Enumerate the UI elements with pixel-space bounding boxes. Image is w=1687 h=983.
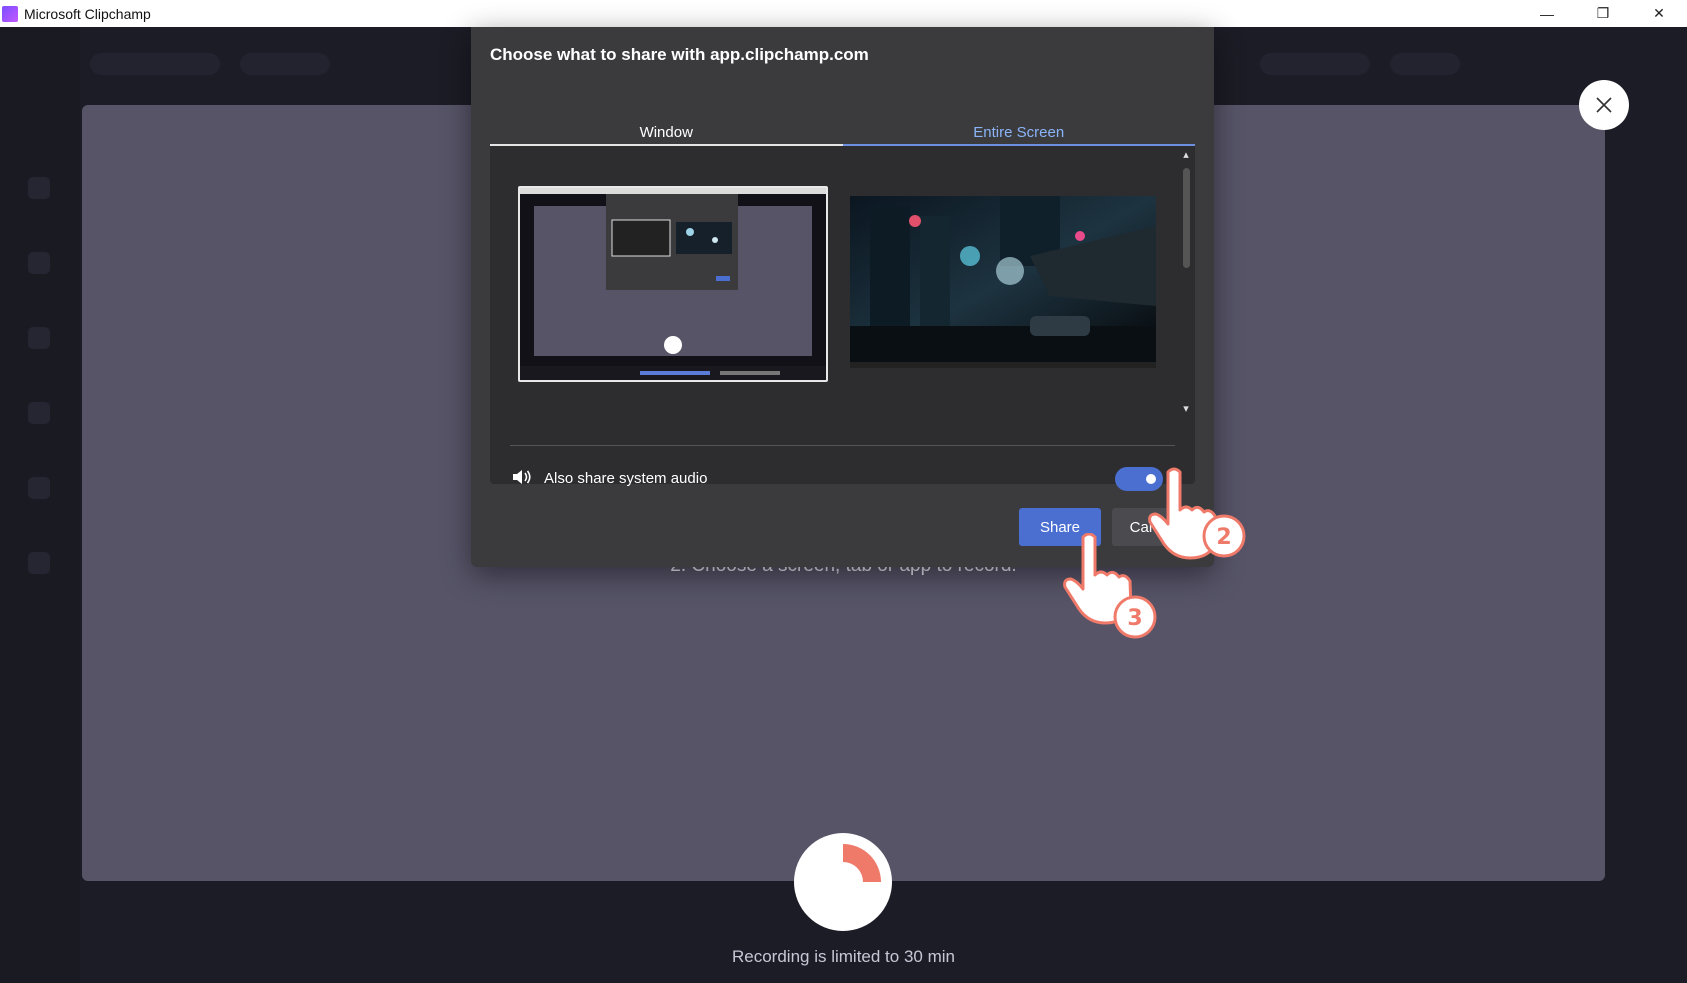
close-icon: [1596, 97, 1612, 113]
screen-preview-image: [850, 196, 1156, 368]
speaker-icon: [513, 470, 531, 484]
app-logo-icon: [2, 5, 18, 22]
sidebar-item[interactable]: [28, 252, 50, 274]
restore-button[interactable]: ❐: [1575, 0, 1631, 27]
sidebar-item[interactable]: [28, 477, 50, 499]
record-button[interactable]: [793, 832, 893, 932]
scroll-up-icon[interactable]: ▴: [1181, 150, 1191, 161]
window-preview-image: [520, 188, 826, 380]
dialog-title: Choose what to share with app.clipchamp.…: [490, 45, 869, 64]
tab-entire-screen[interactable]: Entire Screen: [842, 115, 1195, 146]
scroll-down-icon[interactable]: ▾: [1181, 404, 1191, 415]
window-close-button[interactable]: ✕: [1631, 0, 1687, 27]
sidebar-item[interactable]: [28, 177, 50, 199]
title-bar: Microsoft Clipchamp — ❐ ✕: [0, 0, 1687, 27]
minimize-button[interactable]: —: [1519, 0, 1575, 27]
divider: [510, 445, 1175, 446]
sidebar-item[interactable]: [28, 327, 50, 349]
tab-window[interactable]: Window: [490, 115, 843, 146]
source-thumbnails: [490, 146, 1175, 418]
close-recorder-button[interactable]: [1579, 80, 1629, 130]
window-thumbnail[interactable]: [518, 186, 828, 382]
source-panel: ▴ ▾ Also share system audio: [490, 146, 1195, 491]
step-3-badge: 3: [1127, 606, 1142, 631]
window-controls: — ❐ ✕: [1519, 0, 1687, 27]
entire-screen-thumbnail[interactable]: [850, 196, 1156, 368]
step-2-badge: 2: [1216, 525, 1231, 550]
system-audio-label: Also share system audio: [544, 470, 708, 487]
toolbar-item[interactable]: [90, 53, 220, 75]
app-title: Microsoft Clipchamp: [24, 5, 151, 22]
toolbar-item[interactable]: [240, 53, 330, 75]
source-tabs: Window Entire Screen: [490, 115, 1195, 146]
pointer-hand-icon: 3: [1063, 533, 1157, 639]
share-dialog: Choose what to share with app.clipchamp.…: [471, 27, 1214, 567]
sidebar: [0, 27, 80, 983]
system-audio-row: Also share system audio: [510, 464, 1175, 494]
thumbnail-scrollbar[interactable]: ▴ ▾: [1177, 146, 1195, 418]
scroll-thumb[interactable]: [1183, 168, 1190, 268]
toolbar-item[interactable]: [1390, 53, 1460, 75]
recording-limit-text: Recording is limited to 30 min: [732, 947, 955, 966]
sidebar-item[interactable]: [28, 402, 50, 424]
toolbar-item[interactable]: [1260, 53, 1370, 75]
